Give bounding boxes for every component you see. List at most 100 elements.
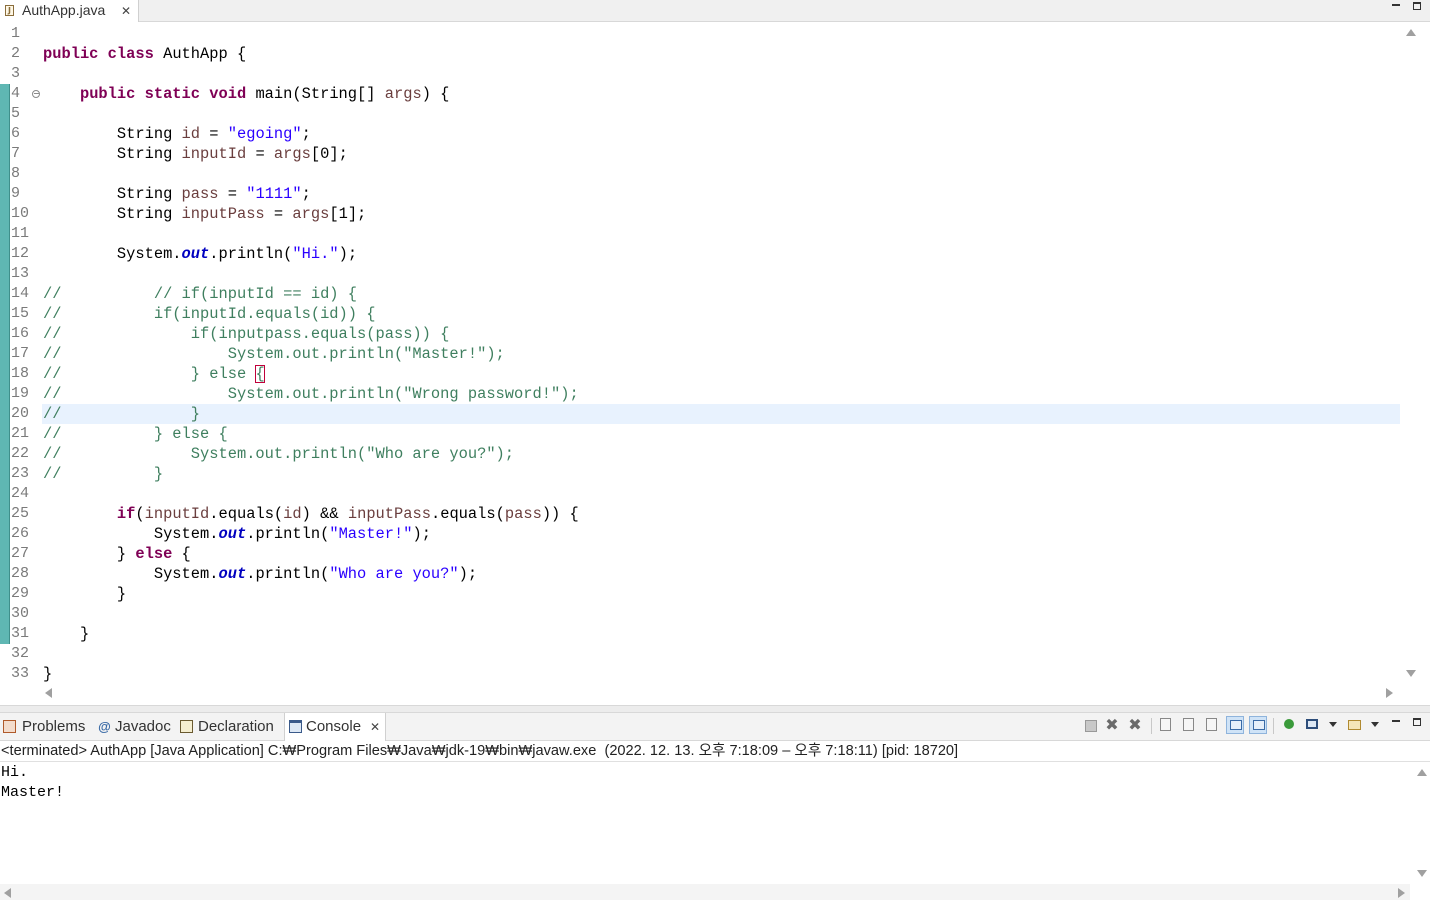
code-text-span: { [172, 545, 191, 563]
code-line-6: String id = "egoing"; [43, 124, 311, 144]
comment: // } else [43, 365, 256, 383]
line-number: 27 [11, 545, 30, 562]
editor-vertical-scrollbar[interactable] [1401, 22, 1421, 682]
scroll-lock-icon [1183, 718, 1194, 731]
code-line-19: // System.out.println("Wrong password!")… [43, 385, 579, 403]
tab-label: Declaration [198, 718, 274, 735]
code-text-span: .println( [246, 565, 330, 583]
tab-problems[interactable]: Problems [0, 713, 92, 741]
toolbar-separator [1273, 718, 1274, 734]
line-number: 3 [11, 65, 21, 82]
string-literal: "Hi." [292, 245, 339, 263]
code-editor[interactable]: 1 2 3 4 − 5 6 7 8 9 10 11 12 13 14 15 16… [0, 22, 1430, 705]
console-horizontal-scrollbar[interactable] [0, 884, 1410, 900]
clear-console-icon [1160, 718, 1171, 731]
line-number: 33 [11, 665, 30, 682]
close-tab-icon[interactable]: ✕ [370, 721, 380, 733]
line-number: 23 [11, 465, 30, 482]
code-line-21: // } else { [43, 425, 228, 443]
code-line-27: } else { [43, 544, 191, 564]
keyword: public static void [79, 85, 247, 103]
code-text-span: } [43, 545, 136, 563]
line-number: 19 [11, 385, 30, 402]
editor-horizontal-scrollbar[interactable] [40, 684, 1400, 704]
code-text-span: .println( [209, 245, 293, 263]
minimize-panel-button[interactable] [1389, 716, 1403, 730]
chevron-down-icon[interactable] [1329, 722, 1337, 727]
toolbar-separator [1151, 718, 1152, 734]
line-number: 1 [11, 25, 21, 42]
open-console-button[interactable] [1346, 716, 1364, 734]
problems-icon [3, 720, 16, 733]
code-text-span [43, 505, 117, 523]
clear-console-button[interactable] [1157, 716, 1175, 734]
remove-launch-button[interactable]: ✖ [1103, 716, 1121, 734]
line-number: 25 [11, 505, 30, 522]
tab-declaration[interactable]: Declaration [178, 713, 282, 741]
close-tab-icon[interactable]: ✕ [121, 5, 131, 17]
console-output-line: Hi. [1, 764, 29, 781]
scroll-down-icon[interactable] [1417, 870, 1427, 877]
variable: inputId [181, 145, 247, 163]
word-wrap-button[interactable] [1203, 716, 1221, 734]
scroll-left-icon[interactable] [4, 888, 11, 898]
show-on-stdout-button[interactable] [1226, 716, 1244, 734]
line-number: 26 [11, 525, 30, 542]
line-number: 20 [11, 405, 30, 422]
code-text-span: String [43, 185, 182, 203]
scroll-down-icon[interactable] [1406, 670, 1416, 677]
code-text-span: System. [43, 245, 182, 263]
show-stdout-icon [1230, 720, 1242, 730]
fold-collapse-icon[interactable]: − [32, 90, 40, 98]
maximize-editor-button[interactable] [1411, 0, 1425, 14]
scroll-right-icon[interactable] [1398, 888, 1405, 898]
line-number: 11 [11, 225, 30, 242]
console-output[interactable]: Hi. Master! [0, 762, 1410, 882]
line-number: 10 [11, 205, 30, 222]
variable: inputId [144, 505, 210, 523]
line-number: 8 [11, 165, 21, 182]
scroll-up-icon[interactable] [1417, 769, 1427, 776]
panel-splitter[interactable] [0, 705, 1430, 713]
maximize-panel-button[interactable] [1411, 716, 1425, 730]
code-line-29: } [43, 585, 127, 603]
code-text-span: [0]; [310, 145, 348, 163]
tab-javadoc[interactable]: @ Javadoc [96, 713, 174, 741]
variable: inputPass [181, 205, 265, 223]
console-vertical-scrollbar[interactable] [1413, 762, 1430, 884]
code-text-span: ( [135, 505, 145, 523]
code-line-26: System.out.println("Master!"); [43, 524, 431, 544]
pin-icon [1284, 719, 1294, 729]
code-text-span: ) { [421, 85, 450, 103]
code-line-7: String inputId = args[0]; [43, 144, 348, 164]
code-text-span: )) { [541, 505, 579, 523]
pin-console-button[interactable] [1280, 716, 1298, 734]
tab-console[interactable]: Console ✕ [284, 713, 386, 741]
scroll-up-icon[interactable] [1406, 29, 1416, 36]
variable: id [181, 125, 201, 143]
display-selected-console-button[interactable] [1304, 716, 1322, 734]
code-text-span: = [246, 145, 274, 163]
line-number: 22 [11, 445, 30, 462]
editor-tab-authapp[interactable]: J AuthApp.java ✕ [0, 0, 139, 22]
code-line-20: // } [43, 405, 201, 423]
code-line-23: // } [43, 465, 164, 483]
code-line-4: public static void main(String[] args) { [43, 84, 449, 104]
line-number: 18 [11, 365, 30, 382]
code-text-span: main(String[] [246, 85, 385, 103]
line-number: 14 [11, 285, 30, 302]
minimize-editor-button[interactable] [1389, 0, 1403, 14]
show-on-stderr-button[interactable] [1249, 716, 1267, 734]
console-icon [289, 720, 302, 733]
line-number: 31 [11, 625, 30, 642]
line-number: 16 [11, 325, 30, 342]
minimize-icon [1392, 720, 1400, 722]
scroll-right-icon[interactable] [1386, 688, 1393, 698]
scroll-lock-button[interactable] [1180, 716, 1198, 734]
remove-all-terminated-button[interactable]: ✖ [1126, 716, 1144, 734]
chevron-down-icon[interactable] [1371, 722, 1379, 727]
terminate-button[interactable] [1081, 716, 1099, 734]
scroll-left-icon[interactable] [45, 688, 52, 698]
code-text-span: ; [301, 185, 311, 203]
